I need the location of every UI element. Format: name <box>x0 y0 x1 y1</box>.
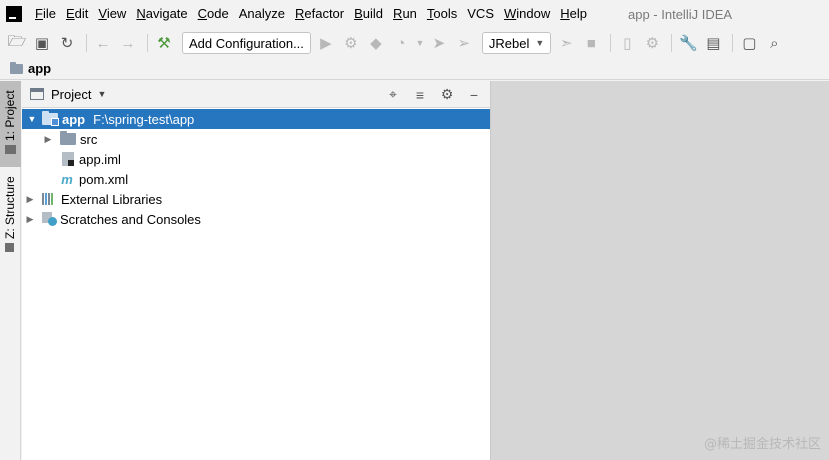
forward-arrow-icon[interactable]: → <box>117 32 139 54</box>
menu-build[interactable]: Build <box>349 0 388 28</box>
tree-node-scratches[interactable]: ▶ Scratches and Consoles <box>22 209 490 229</box>
build-hammer-icon[interactable]: ⚒ <box>153 32 175 54</box>
menu-edit[interactable]: Edit <box>61 0 93 28</box>
open-folder-icon[interactable]: 🗁 <box>6 32 28 54</box>
tree-node-label: Scratches and Consoles <box>60 211 201 227</box>
menu-vcs[interactable]: VCS <box>462 0 499 28</box>
debug-icon[interactable]: ⚙ <box>340 32 362 54</box>
tab-structure[interactable]: Z: Structure <box>0 171 21 257</box>
chevron-down-icon[interactable]: ▼ <box>97 89 106 99</box>
panel-actions: ⌖ ≡ ⚙ − <box>376 81 484 108</box>
expand-arrow-right-icon[interactable]: ▶ <box>24 194 36 205</box>
tree-node-pom-xml[interactable]: m pom.xml <box>22 169 490 189</box>
project-panel-header: Project ▼ ⌖ ≡ ⚙ − <box>22 81 490 108</box>
folder-icon <box>60 131 76 145</box>
menu-help[interactable]: Help <box>555 0 592 28</box>
folder-icon <box>10 61 23 74</box>
project-tool-window: Project ▼ ⌖ ≡ ⚙ − ▼ app F:\spring-test\a… <box>22 81 490 460</box>
toolbar-separator <box>147 34 148 52</box>
maven-icon: m <box>61 171 73 187</box>
tree-node-app[interactable]: ▼ app F:\spring-test\app <box>22 109 490 129</box>
breadcrumb-item-app[interactable]: app <box>28 61 51 76</box>
menu-analyze[interactable]: Analyze <box>234 0 290 28</box>
stop-icon[interactable]: ■ <box>580 32 602 54</box>
expand-arrow-right-icon[interactable]: ▶ <box>24 214 36 225</box>
jrebel-dropdown[interactable]: JRebel ▼ <box>481 32 552 54</box>
module-name: app <box>62 111 86 127</box>
menu-window[interactable]: Window <box>499 0 555 28</box>
menu-bar: File Edit View Navigate Code Analyze Ref… <box>0 0 829 28</box>
jrebel-run-icon[interactable]: ➤ <box>428 32 450 54</box>
watermark: @稀土掘金技术社区 <box>703 437 821 452</box>
project-folder-icon <box>5 145 16 154</box>
save-icon[interactable]: ▣ <box>31 32 53 54</box>
tab-structure-label: Z: Structure <box>3 176 17 239</box>
tab-project[interactable]: 1: Project <box>0 81 21 167</box>
scratches-icon <box>42 212 57 226</box>
left-tool-strip: 1: Project Z: Structure <box>0 81 21 460</box>
tree-node-src[interactable]: ▶ src <box>22 129 490 149</box>
hide-minus-icon[interactable]: − <box>464 85 484 105</box>
expand-arrow-right-icon[interactable]: ▶ <box>42 134 54 145</box>
profile-icon[interactable]: ◔ <box>390 32 412 54</box>
back-arrow-icon[interactable]: ← <box>92 32 114 54</box>
jrebel-debug-icon[interactable]: ➢ <box>453 32 475 54</box>
tree-node-app-iml[interactable]: app.iml <box>22 149 490 169</box>
editor-area[interactable]: @稀土掘金技术社区 <box>490 81 829 460</box>
tree-node-label: app.iml <box>79 151 121 167</box>
locate-crosshair-icon[interactable]: ⌖ <box>383 85 403 105</box>
toolbar-separator <box>671 34 673 52</box>
libraries-icon <box>42 193 56 205</box>
toolbar-separator <box>610 34 612 52</box>
run-icon[interactable]: ▶ <box>315 32 337 54</box>
sync-icon[interactable]: ↻ <box>56 32 78 54</box>
tree-node-label: pom.xml <box>79 171 129 187</box>
tree-node-external-libraries[interactable]: ▶ External Libraries <box>22 189 490 209</box>
coverage-icon[interactable]: ◆ <box>365 32 387 54</box>
search-icon[interactable]: ⌕ <box>763 32 785 54</box>
expand-arrow-down-icon[interactable]: ▼ <box>26 114 38 124</box>
main-toolbar: 🗁 ▣ ↻ ← → ⚒ Add Configuration... ▶ ⚙ ◆ ◔… <box>0 28 829 58</box>
menu-code[interactable]: Code <box>193 0 234 28</box>
toolbar-separator <box>86 34 87 52</box>
menu-tools[interactable]: Tools <box>422 0 462 28</box>
window-title: app - IntelliJ IDEA <box>628 6 733 22</box>
settings-wrench-icon[interactable]: 🔧 <box>677 32 699 54</box>
chevron-down-icon: ▼ <box>535 38 545 48</box>
intellij-logo-icon <box>6 6 22 22</box>
presentation-mode-icon[interactable]: ▢ <box>738 32 760 54</box>
project-view-icon <box>30 88 44 100</box>
breadcrumb: app <box>0 58 829 80</box>
menu-navigate[interactable]: Navigate <box>131 0 192 28</box>
device-icon[interactable]: ▯ <box>616 32 638 54</box>
menu-refactor[interactable]: Refactor <box>290 0 349 28</box>
tree-node-label: External Libraries <box>61 191 163 207</box>
structure-icon <box>5 243 14 252</box>
menu-view[interactable]: View <box>93 0 131 28</box>
module-path: F:\spring-test\app <box>93 111 195 127</box>
menu-file[interactable]: File <box>30 0 61 28</box>
iml-file-icon <box>62 152 74 166</box>
tab-project-label: 1: Project <box>3 90 17 141</box>
project-view-selector[interactable]: Project <box>51 87 91 102</box>
project-structure-icon[interactable]: ▤ <box>702 32 724 54</box>
gear-icon[interactable]: ⚙ <box>437 85 457 105</box>
menu-run[interactable]: Run <box>388 0 422 28</box>
module-folder-icon <box>42 111 59 126</box>
jrebel-update-icon[interactable]: ➣ <box>555 32 577 54</box>
more-run-chevron-down-icon[interactable]: ▼ <box>415 32 425 54</box>
attach-debugger-icon[interactable]: ⚙ <box>641 32 663 54</box>
toolbar-separator <box>732 34 734 52</box>
run-configuration-dropdown[interactable]: Add Configuration... <box>182 32 311 54</box>
tree-node-label: src <box>80 131 98 147</box>
collapse-all-icon[interactable]: ≡ <box>410 85 430 105</box>
